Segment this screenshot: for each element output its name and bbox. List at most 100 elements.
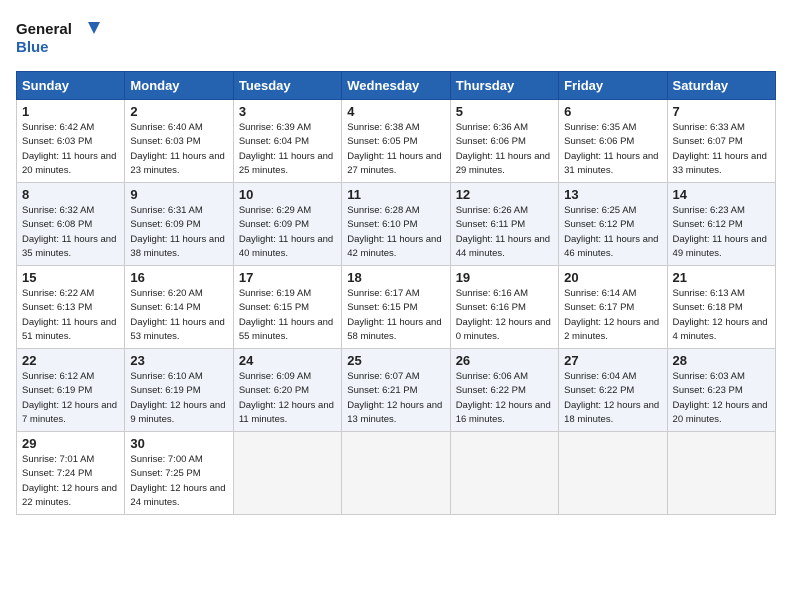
col-header-thursday: Thursday xyxy=(450,72,558,100)
day-number: 22 xyxy=(22,353,119,368)
day-info: Sunrise: 6:03 AM Sunset: 6:23 PM Dayligh… xyxy=(673,370,770,427)
page-header: General Blue xyxy=(16,16,776,61)
calendar-cell: 26 Sunrise: 6:06 AM Sunset: 6:22 PM Dayl… xyxy=(450,349,558,432)
day-info: Sunrise: 6:10 AM Sunset: 6:19 PM Dayligh… xyxy=(130,370,227,427)
calendar-week-row: 29 Sunrise: 7:01 AM Sunset: 7:24 PM Dayl… xyxy=(17,432,776,515)
day-info: Sunrise: 6:36 AM Sunset: 6:06 PM Dayligh… xyxy=(456,121,553,178)
col-header-friday: Friday xyxy=(559,72,667,100)
day-number: 20 xyxy=(564,270,661,285)
day-number: 9 xyxy=(130,187,227,202)
calendar-cell: 29 Sunrise: 7:01 AM Sunset: 7:24 PM Dayl… xyxy=(17,432,125,515)
day-info: Sunrise: 6:35 AM Sunset: 6:06 PM Dayligh… xyxy=(564,121,661,178)
col-header-tuesday: Tuesday xyxy=(233,72,341,100)
calendar-week-row: 1 Sunrise: 6:42 AM Sunset: 6:03 PM Dayli… xyxy=(17,100,776,183)
day-info: Sunrise: 7:00 AM Sunset: 7:25 PM Dayligh… xyxy=(130,453,227,510)
calendar-week-row: 22 Sunrise: 6:12 AM Sunset: 6:19 PM Dayl… xyxy=(17,349,776,432)
day-info: Sunrise: 6:12 AM Sunset: 6:19 PM Dayligh… xyxy=(22,370,119,427)
day-info: Sunrise: 6:14 AM Sunset: 6:17 PM Dayligh… xyxy=(564,287,661,344)
col-header-monday: Monday xyxy=(125,72,233,100)
calendar-cell: 19 Sunrise: 6:16 AM Sunset: 6:16 PM Dayl… xyxy=(450,266,558,349)
day-number: 17 xyxy=(239,270,336,285)
day-number: 29 xyxy=(22,436,119,451)
day-info: Sunrise: 6:32 AM Sunset: 6:08 PM Dayligh… xyxy=(22,204,119,261)
day-info: Sunrise: 6:06 AM Sunset: 6:22 PM Dayligh… xyxy=(456,370,553,427)
day-number: 25 xyxy=(347,353,444,368)
day-number: 7 xyxy=(673,104,770,119)
calendar-cell: 17 Sunrise: 6:19 AM Sunset: 6:15 PM Dayl… xyxy=(233,266,341,349)
calendar-cell: 14 Sunrise: 6:23 AM Sunset: 6:12 PM Dayl… xyxy=(667,183,775,266)
calendar-cell xyxy=(342,432,450,515)
day-info: Sunrise: 7:01 AM Sunset: 7:24 PM Dayligh… xyxy=(22,453,119,510)
col-header-wednesday: Wednesday xyxy=(342,72,450,100)
day-number: 18 xyxy=(347,270,444,285)
day-number: 24 xyxy=(239,353,336,368)
day-number: 16 xyxy=(130,270,227,285)
day-number: 30 xyxy=(130,436,227,451)
day-info: Sunrise: 6:07 AM Sunset: 6:21 PM Dayligh… xyxy=(347,370,444,427)
calendar-cell: 12 Sunrise: 6:26 AM Sunset: 6:11 PM Dayl… xyxy=(450,183,558,266)
calendar-cell xyxy=(559,432,667,515)
day-number: 3 xyxy=(239,104,336,119)
day-number: 21 xyxy=(673,270,770,285)
calendar-cell: 15 Sunrise: 6:22 AM Sunset: 6:13 PM Dayl… xyxy=(17,266,125,349)
calendar-cell: 7 Sunrise: 6:33 AM Sunset: 6:07 PM Dayli… xyxy=(667,100,775,183)
day-number: 8 xyxy=(22,187,119,202)
calendar-cell: 2 Sunrise: 6:40 AM Sunset: 6:03 PM Dayli… xyxy=(125,100,233,183)
day-number: 11 xyxy=(347,187,444,202)
calendar-cell: 21 Sunrise: 6:13 AM Sunset: 6:18 PM Dayl… xyxy=(667,266,775,349)
day-number: 5 xyxy=(456,104,553,119)
day-number: 10 xyxy=(239,187,336,202)
day-number: 28 xyxy=(673,353,770,368)
day-info: Sunrise: 6:29 AM Sunset: 6:09 PM Dayligh… xyxy=(239,204,336,261)
calendar-cell: 24 Sunrise: 6:09 AM Sunset: 6:20 PM Dayl… xyxy=(233,349,341,432)
day-info: Sunrise: 6:40 AM Sunset: 6:03 PM Dayligh… xyxy=(130,121,227,178)
day-info: Sunrise: 6:19 AM Sunset: 6:15 PM Dayligh… xyxy=(239,287,336,344)
day-number: 2 xyxy=(130,104,227,119)
calendar-cell: 22 Sunrise: 6:12 AM Sunset: 6:19 PM Dayl… xyxy=(17,349,125,432)
day-number: 1 xyxy=(22,104,119,119)
calendar-cell: 18 Sunrise: 6:17 AM Sunset: 6:15 PM Dayl… xyxy=(342,266,450,349)
day-info: Sunrise: 6:04 AM Sunset: 6:22 PM Dayligh… xyxy=(564,370,661,427)
day-info: Sunrise: 6:33 AM Sunset: 6:07 PM Dayligh… xyxy=(673,121,770,178)
svg-text:Blue: Blue xyxy=(16,39,49,56)
calendar-cell: 4 Sunrise: 6:38 AM Sunset: 6:05 PM Dayli… xyxy=(342,100,450,183)
calendar-cell xyxy=(450,432,558,515)
day-number: 12 xyxy=(456,187,553,202)
day-number: 23 xyxy=(130,353,227,368)
day-number: 15 xyxy=(22,270,119,285)
day-info: Sunrise: 6:13 AM Sunset: 6:18 PM Dayligh… xyxy=(673,287,770,344)
day-info: Sunrise: 6:31 AM Sunset: 6:09 PM Dayligh… xyxy=(130,204,227,261)
calendar-cell: 8 Sunrise: 6:32 AM Sunset: 6:08 PM Dayli… xyxy=(17,183,125,266)
calendar-table: SundayMondayTuesdayWednesdayThursdayFrid… xyxy=(16,71,776,515)
day-info: Sunrise: 6:38 AM Sunset: 6:05 PM Dayligh… xyxy=(347,121,444,178)
day-info: Sunrise: 6:25 AM Sunset: 6:12 PM Dayligh… xyxy=(564,204,661,261)
calendar-cell: 25 Sunrise: 6:07 AM Sunset: 6:21 PM Dayl… xyxy=(342,349,450,432)
day-number: 14 xyxy=(673,187,770,202)
calendar-cell: 27 Sunrise: 6:04 AM Sunset: 6:22 PM Dayl… xyxy=(559,349,667,432)
day-number: 26 xyxy=(456,353,553,368)
day-number: 19 xyxy=(456,270,553,285)
calendar-cell xyxy=(667,432,775,515)
calendar-cell xyxy=(233,432,341,515)
calendar-cell: 6 Sunrise: 6:35 AM Sunset: 6:06 PM Dayli… xyxy=(559,100,667,183)
calendar-cell: 11 Sunrise: 6:28 AM Sunset: 6:10 PM Dayl… xyxy=(342,183,450,266)
day-info: Sunrise: 6:28 AM Sunset: 6:10 PM Dayligh… xyxy=(347,204,444,261)
day-number: 4 xyxy=(347,104,444,119)
svg-text:General: General xyxy=(16,21,72,38)
calendar-cell: 5 Sunrise: 6:36 AM Sunset: 6:06 PM Dayli… xyxy=(450,100,558,183)
calendar-week-row: 15 Sunrise: 6:22 AM Sunset: 6:13 PM Dayl… xyxy=(17,266,776,349)
calendar-header-row: SundayMondayTuesdayWednesdayThursdayFrid… xyxy=(17,72,776,100)
calendar-cell: 16 Sunrise: 6:20 AM Sunset: 6:14 PM Dayl… xyxy=(125,266,233,349)
calendar-week-row: 8 Sunrise: 6:32 AM Sunset: 6:08 PM Dayli… xyxy=(17,183,776,266)
day-number: 27 xyxy=(564,353,661,368)
day-number: 6 xyxy=(564,104,661,119)
calendar-cell: 3 Sunrise: 6:39 AM Sunset: 6:04 PM Dayli… xyxy=(233,100,341,183)
calendar-cell: 23 Sunrise: 6:10 AM Sunset: 6:19 PM Dayl… xyxy=(125,349,233,432)
day-info: Sunrise: 6:16 AM Sunset: 6:16 PM Dayligh… xyxy=(456,287,553,344)
day-info: Sunrise: 6:39 AM Sunset: 6:04 PM Dayligh… xyxy=(239,121,336,178)
day-info: Sunrise: 6:20 AM Sunset: 6:14 PM Dayligh… xyxy=(130,287,227,344)
calendar-cell: 28 Sunrise: 6:03 AM Sunset: 6:23 PM Dayl… xyxy=(667,349,775,432)
day-number: 13 xyxy=(564,187,661,202)
day-info: Sunrise: 6:17 AM Sunset: 6:15 PM Dayligh… xyxy=(347,287,444,344)
calendar-cell: 13 Sunrise: 6:25 AM Sunset: 6:12 PM Dayl… xyxy=(559,183,667,266)
